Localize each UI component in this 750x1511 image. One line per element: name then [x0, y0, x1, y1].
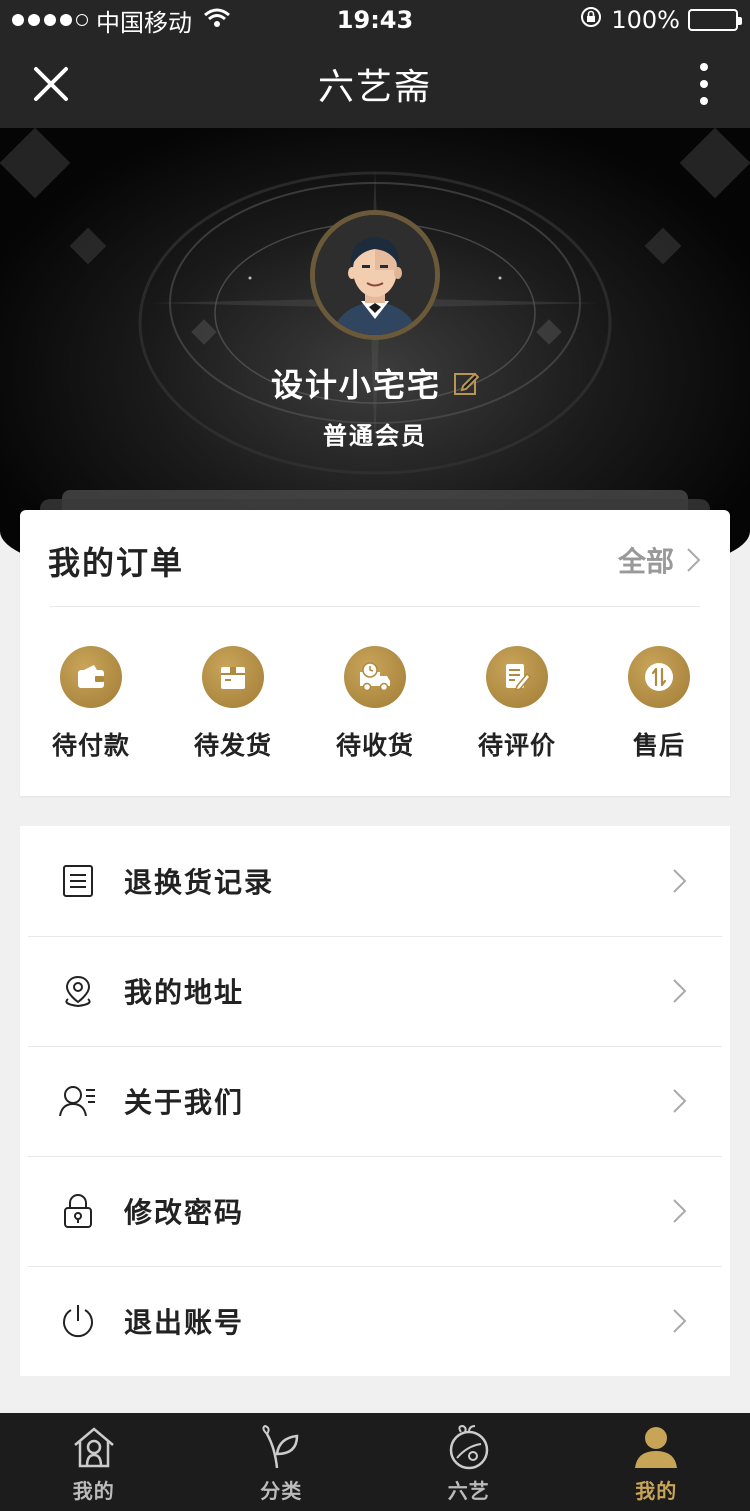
chevron-right-icon	[673, 869, 687, 893]
menu-label: 退换货记录	[124, 866, 275, 899]
after-sales-icon	[628, 646, 690, 708]
orientation-lock-icon	[579, 5, 603, 35]
more-options-button[interactable]	[684, 58, 724, 110]
menu-label: 修改密码	[124, 1196, 245, 1229]
more-dots-icon	[700, 63, 708, 71]
review-edit-icon	[486, 646, 548, 708]
member-level: 普通会员	[323, 422, 427, 450]
all-orders-link[interactable]: 全部	[618, 540, 702, 580]
location-pin-icon	[58, 971, 98, 1011]
chevron-right-icon	[687, 548, 701, 572]
battery-percent: 100%	[611, 6, 680, 34]
tab-label: 我的	[72, 1479, 115, 1503]
menu-list: 退换货记录 我的地址 关于我们 修改密码 退出账号	[20, 826, 730, 1376]
all-orders-label: 全部	[617, 545, 674, 578]
chevron-right-icon	[673, 1089, 687, 1113]
close-button[interactable]	[24, 60, 78, 108]
menu-label: 我的地址	[124, 976, 245, 1009]
avatar[interactable]	[310, 210, 440, 340]
menu-item-change-password[interactable]: 修改密码	[20, 1156, 730, 1266]
home-icon	[70, 1423, 118, 1471]
delivery-truck-icon	[344, 646, 406, 708]
lock-icon	[58, 1191, 98, 1231]
leaf-icon	[257, 1423, 305, 1471]
nav-bar: 六艺斋	[0, 40, 750, 128]
order-label: 待付款	[51, 731, 130, 760]
chevron-right-icon	[673, 1199, 687, 1223]
person-icon	[632, 1423, 680, 1471]
power-icon	[58, 1301, 98, 1341]
avatar-illustration-icon	[315, 215, 435, 335]
tab-mine[interactable]: 我的	[563, 1413, 750, 1511]
edit-icon[interactable]	[453, 370, 480, 396]
box-icon	[202, 646, 264, 708]
order-label: 待收货	[335, 731, 414, 760]
tab-home[interactable]: 我的	[0, 1413, 188, 1511]
my-orders-card: 我的订单 全部 待付款 待发货 待收货 待评价 售后	[20, 510, 730, 796]
order-status-to-ship[interactable]: 待发货	[162, 646, 304, 762]
order-label: 售后	[632, 731, 685, 760]
user-info-icon	[58, 1081, 98, 1121]
tab-label: 分类	[260, 1479, 303, 1503]
wallet-icon	[60, 646, 122, 708]
username: 设计小宅宅	[270, 366, 441, 404]
battery-icon	[688, 9, 742, 31]
menu-label: 关于我们	[124, 1086, 245, 1119]
chevron-right-icon	[673, 1309, 687, 1333]
order-label: 待评价	[477, 731, 556, 760]
orders-title: 我的订单	[48, 544, 185, 582]
tab-label: 六艺	[447, 1479, 490, 1503]
menu-item-logout[interactable]: 退出账号	[20, 1266, 730, 1376]
tab-label: 我的	[635, 1479, 678, 1503]
order-status-after-sales[interactable]: 售后	[588, 646, 730, 762]
status-bar: 中国移动 19:43 100%	[0, 0, 750, 40]
close-icon	[34, 67, 68, 101]
chevron-right-icon	[673, 979, 687, 1003]
order-label: 待发货	[193, 731, 272, 760]
peach-icon	[445, 1423, 493, 1471]
order-status-to-review[interactable]: 待评价	[446, 646, 588, 762]
menu-item-return-records[interactable]: 退换货记录	[20, 826, 730, 936]
bottom-tab-bar: 我的 分类 六艺 我的	[0, 1413, 750, 1511]
order-status-to-receive[interactable]: 待收货	[304, 646, 446, 762]
order-status-pending-payment[interactable]: 待付款	[20, 646, 162, 762]
list-document-icon	[58, 861, 98, 901]
tab-category[interactable]: 分类	[188, 1413, 376, 1511]
menu-label: 退出账号	[124, 1306, 245, 1339]
tab-liuyi[interactable]: 六艺	[375, 1413, 563, 1511]
menu-item-my-address[interactable]: 我的地址	[20, 936, 730, 1046]
page-title: 六艺斋	[317, 67, 432, 108]
menu-item-about-us[interactable]: 关于我们	[20, 1046, 730, 1156]
